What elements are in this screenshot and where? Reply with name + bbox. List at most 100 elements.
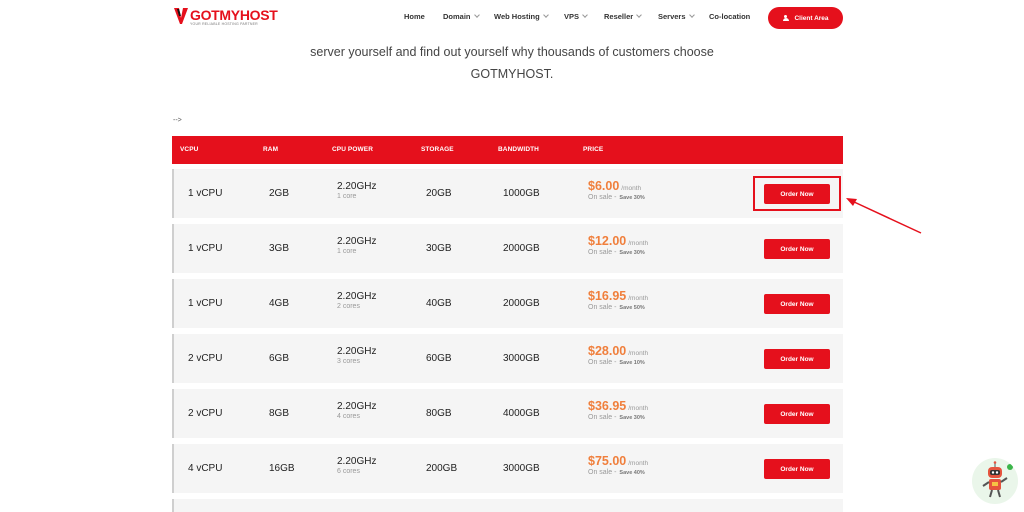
price-amount: $75.00: [588, 454, 627, 468]
cpu-power: 2.20GHz 1 core: [337, 181, 376, 200]
table-row: 1 vCPU 3GB 2.20GHz 1 core 30GB 2000GB $12…: [172, 224, 843, 273]
nav-item-web-hosting[interactable]: Web Hosting: [494, 12, 549, 21]
robot-chat-icon[interactable]: [972, 458, 1018, 504]
cpu-power: 2.20GHz 6 cores: [337, 456, 376, 475]
vps-pricing-table: VCPU RAM CPU POWER STORAGE BANDWIDTH PRI…: [172, 136, 843, 512]
bandwidth-value: 3000GB: [503, 463, 540, 474]
logo-tagline: YOUR RELIABLE HOSTING PARTNER: [190, 22, 258, 26]
order-now-button[interactable]: Order Now: [764, 404, 830, 424]
cpu-cores: 1 core: [337, 248, 357, 255]
cpu-power: 2.20GHz 4 cores: [337, 401, 376, 420]
nav-item-servers[interactable]: Servers: [658, 12, 695, 21]
vcpu-value: 1 vCPU: [188, 243, 223, 254]
order-now-button[interactable]: Order Now: [764, 239, 830, 259]
column-header-price: PRICE: [583, 146, 604, 153]
table-row: 1 vCPU 2GB 2.20GHz 1 core 20GB 1000GB $6.…: [172, 169, 843, 218]
vcpu-value: 4 vCPU: [188, 463, 223, 474]
ram-value: 16GB: [269, 463, 295, 474]
nav-item-label: Web Hosting: [494, 12, 540, 21]
stray-text: -->: [173, 117, 182, 124]
column-header-storage: STORAGE: [421, 146, 454, 153]
sale-label: On sale -: [588, 469, 617, 476]
price: $16.95/month On sale - Save 50%: [588, 289, 648, 311]
sale-label: On sale -: [588, 194, 617, 201]
top-nav: GOTMYHOST YOUR RELIABLE HOSTING PARTNER …: [0, 0, 1024, 36]
save-badge: Save 40%: [619, 470, 645, 476]
nav-item-vps[interactable]: VPS: [564, 12, 588, 21]
price: $6.00/month On sale - Save 30%: [588, 179, 645, 201]
order-now-button[interactable]: Order Now: [764, 294, 830, 314]
cpu-power: 2.20GHz 3 cores: [337, 346, 376, 365]
ram-value: 2GB: [269, 188, 290, 199]
save-badge: Save 10%: [619, 360, 645, 366]
client-area-button[interactable]: Client Area: [768, 7, 843, 29]
nav-item-label: Home: [404, 12, 425, 21]
cpu-cores: 2 cores: [337, 303, 360, 310]
annotation-highlight-box: [753, 176, 841, 211]
vcpu-value: 2 vCPU: [188, 353, 223, 364]
cpu-cores: 6 cores: [337, 468, 360, 475]
table-row: 2 vCPU 8GB 2.20GHz 4 cores 80GB 4000GB $3…: [172, 389, 843, 438]
price-amount: $12.00: [588, 234, 627, 248]
nav-item-label: Co-location: [709, 12, 751, 21]
price-amount: $16.95: [588, 289, 627, 303]
nav-item-co-location[interactable]: Co-location: [709, 12, 750, 21]
sale-label: On sale -: [588, 249, 617, 256]
price: $75.00/month On sale - Save 40%: [588, 454, 648, 476]
nav-item-label: VPS: [564, 12, 580, 21]
vcpu-value: 1 vCPU: [188, 188, 223, 199]
price-unit: /month: [628, 295, 649, 302]
chevron-down-icon: [473, 12, 480, 18]
price: $36.95/month On sale - Save 30%: [588, 399, 648, 421]
cpu-power: 2.20GHz 1 core: [337, 236, 376, 255]
chevron-down-icon: [542, 12, 549, 18]
column-header-ram: RAM: [263, 146, 279, 153]
nav-item-domain[interactable]: Domain: [443, 12, 480, 21]
cpu-speed: 2.20GHz: [337, 291, 377, 302]
price-unit: /month: [621, 185, 642, 192]
order-now-button[interactable]: Order Now: [764, 459, 830, 479]
vcpu-value: 1 vCPU: [188, 298, 223, 309]
save-badge: Save 30%: [619, 250, 645, 256]
column-header-cpu-power: CPU POWER: [332, 146, 373, 153]
save-badge: Save 50%: [619, 305, 645, 311]
storage-value: 20GB: [426, 188, 452, 199]
ram-value: 8GB: [269, 408, 290, 419]
client-area-label: Client Area: [794, 14, 829, 22]
price-amount: $36.95: [588, 399, 627, 413]
bandwidth-value: 2000GB: [503, 298, 540, 309]
table-row: 1 vCPU 4GB 2.20GHz 2 cores 40GB 2000GB $1…: [172, 279, 843, 328]
storage-value: 40GB: [426, 298, 452, 309]
nav-item-label: Reseller: [604, 12, 634, 21]
cpu-cores: 1 core: [337, 193, 357, 200]
cpu-power: 2.20GHz 2 cores: [337, 291, 376, 310]
cpu-speed: 2.20GHz: [337, 401, 377, 412]
table-row: 4 vCPU 16GB 2.20GHz 6 cores 200GB 3000GB …: [172, 444, 843, 493]
site-logo[interactable]: GOTMYHOST YOUR RELIABLE HOSTING PARTNER: [174, 8, 278, 27]
logo-name: GOTMYHOST: [190, 7, 278, 23]
sale-label: On sale -: [588, 304, 617, 311]
cpu-cores: 3 cores: [337, 358, 360, 365]
price-amount: $28.00: [588, 344, 627, 358]
ram-value: 3GB: [269, 243, 290, 254]
price: $28.00/month On sale - Save 10%: [588, 344, 648, 366]
nav-item-reseller[interactable]: Reseller: [604, 12, 643, 21]
bandwidth-value: 4000GB: [503, 408, 540, 419]
cpu-speed: 2.20GHz: [337, 346, 377, 357]
storage-value: 60GB: [426, 353, 452, 364]
table-header: VCPU RAM CPU POWER STORAGE BANDWIDTH PRI…: [172, 136, 843, 164]
logo-mark-icon: [174, 8, 188, 24]
sale-label: On sale -: [588, 359, 617, 366]
order-now-button[interactable]: Order Now: [764, 349, 830, 369]
cpu-speed: 2.20GHz: [337, 456, 377, 467]
storage-value: 30GB: [426, 243, 452, 254]
price-amount: $6.00: [588, 179, 620, 193]
table-row-partial: [172, 499, 843, 512]
storage-value: 200GB: [426, 463, 458, 474]
price-unit: /month: [628, 405, 649, 412]
intro-text-line-2: GOTMYHOST.: [470, 67, 554, 81]
bandwidth-value: 3000GB: [503, 353, 540, 364]
chevron-down-icon: [636, 12, 643, 18]
nav-item-home[interactable]: Home: [404, 12, 425, 21]
storage-value: 80GB: [426, 408, 452, 419]
